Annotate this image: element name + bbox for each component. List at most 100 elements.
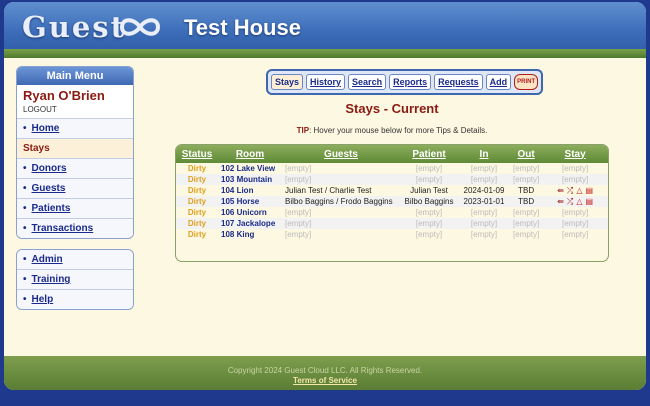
sidebar-item-label[interactable]: Home	[32, 123, 60, 134]
room-cell[interactable]: 108 King	[218, 229, 282, 240]
status-cell[interactable]: Dirty	[176, 207, 218, 218]
nav-add-button[interactable]: Add	[485, 74, 512, 90]
sidebar-item-label[interactable]: Admin	[32, 254, 63, 265]
move-shuffle-icon[interactable]: ⤮	[567, 197, 573, 206]
sidebar-item-label[interactable]: Transactions	[32, 223, 94, 234]
table-row[interactable]: Dirty 103 Mountain [empty] [empty] [empt…	[176, 174, 608, 185]
guests-cell: [empty]	[282, 218, 400, 229]
table-row[interactable]: Dirty 105 Horse Bilbo Baggins / Frodo Ba…	[176, 196, 608, 207]
in-cell: [empty]	[470, 164, 498, 173]
nav-stays-button[interactable]: Stays	[271, 74, 304, 90]
app-frame: Guest Test House Main Menu Ryan O'Brien …	[4, 2, 646, 390]
bullet-icon: •	[23, 183, 27, 194]
sidebar-item-label[interactable]: Help	[32, 294, 54, 305]
move-shuffle-icon[interactable]: ⤮	[567, 186, 573, 195]
house-name: Test House	[184, 15, 301, 40]
status-cell[interactable]: Dirty	[176, 185, 218, 196]
status-cell[interactable]: Dirty	[176, 218, 218, 229]
out-cell: TBD	[518, 186, 535, 195]
user-block: Ryan O'Brien LOGOUT	[17, 85, 133, 119]
table-row[interactable]: Dirty 107 Jackalope [empty] [empty] [emp…	[176, 218, 608, 229]
bullet-icon: •	[23, 123, 27, 134]
guests-cell: [empty]	[285, 208, 312, 217]
document-icon[interactable]: ▤	[585, 186, 593, 195]
sidebar-item-transactions[interactable]: • Transactions	[17, 219, 133, 238]
in-cell: [empty]	[470, 230, 498, 239]
stay-cell: [empty]	[562, 230, 589, 239]
print-button[interactable]: PRINT	[514, 74, 539, 90]
checkout-arrow-icon[interactable]: ⇚	[557, 197, 564, 206]
document-icon[interactable]: ▤	[585, 197, 593, 206]
patient-cell: [empty]	[415, 230, 443, 239]
table-row[interactable]: Dirty 104 Lion Julian Test / Charlie Tes…	[176, 185, 608, 196]
patient-cell[interactable]: Julian Test	[400, 185, 458, 196]
patient-cell: [empty]	[415, 208, 443, 217]
patient-cell: [empty]	[415, 164, 443, 173]
room-cell[interactable]: 105 Horse	[218, 196, 282, 207]
status-cell[interactable]: Dirty	[176, 163, 218, 174]
table-header-row: Status Room Guests Patient In Out Stay	[176, 145, 608, 163]
terms-link[interactable]: Terms of Service	[293, 376, 357, 385]
room-cell[interactable]: 107 Jackalope	[218, 218, 282, 229]
col-in-header[interactable]: In	[458, 145, 510, 163]
sidebar-item-home[interactable]: • Home	[17, 119, 133, 139]
sidebar-item-donors[interactable]: • Donors	[17, 159, 133, 179]
app-logo[interactable]: Guest	[22, 10, 126, 44]
room-cell[interactable]: 106 Unicorn	[218, 207, 282, 218]
table-row[interactable]: Dirty 102 Lake View [empty] [empty] [emp…	[176, 163, 608, 174]
terms-of-service: Terms of Service	[4, 376, 646, 385]
room-cell[interactable]: 103 Mountain	[218, 174, 282, 185]
table-row[interactable]: Dirty 108 King [empty] [empty] [empty] […	[176, 229, 608, 240]
stay-cell: [empty]	[562, 208, 589, 217]
bullet-icon: •	[23, 203, 27, 214]
bullet-icon: •	[23, 294, 27, 305]
guests-cell: [empty]	[285, 230, 312, 239]
bullet-icon: •	[23, 223, 27, 234]
status-cell[interactable]: Dirty	[176, 196, 218, 207]
sidebar-item-patients[interactable]: • Patients	[17, 199, 133, 219]
sidebar-item-label[interactable]: Guests	[32, 183, 66, 194]
col-room-header[interactable]: Room	[218, 145, 282, 163]
col-patient-header[interactable]: Patient	[400, 145, 458, 163]
col-out-header[interactable]: Out	[510, 145, 543, 163]
col-guests-header[interactable]: Guests	[282, 145, 400, 163]
in-cell: [empty]	[470, 208, 498, 217]
col-stay-header[interactable]: Stay	[542, 145, 608, 163]
sidebar-item-admin[interactable]: • Admin	[17, 250, 133, 270]
table-row[interactable]: Dirty 106 Unicorn [empty] [empty] [empty…	[176, 207, 608, 218]
stays-table: Status Room Guests Patient In Out Stay D…	[176, 145, 608, 240]
warning-triangle-icon[interactable]: △	[576, 186, 582, 195]
room-cell[interactable]: 102 Lake View	[218, 163, 282, 174]
header-grass-strip	[4, 49, 646, 58]
sidebar-item-help[interactable]: • Help	[17, 290, 133, 309]
nav-reports-button[interactable]: Reports	[389, 74, 432, 90]
stay-cell: ⇚ ⤮ △ ▤	[542, 196, 608, 207]
infinity-logo-icon	[119, 18, 161, 36]
col-status-header[interactable]: Status	[176, 145, 218, 163]
patient-cell[interactable]: Bilbo Baggins	[400, 196, 458, 207]
logout-link[interactable]: LOGOUT	[23, 105, 127, 114]
guests-cell[interactable]: Julian Test / Charlie Test	[282, 185, 400, 196]
tip-text: TIP: Hover your mouse below for more Tip…	[176, 126, 608, 135]
nav-search-button[interactable]: Search	[348, 74, 387, 90]
status-cell[interactable]: Dirty	[176, 174, 218, 185]
patient-cell: [empty]	[400, 174, 458, 185]
bullet-icon: •	[23, 274, 27, 285]
status-cell[interactable]: Dirty	[176, 229, 218, 240]
nav-history-button[interactable]: History	[306, 74, 346, 90]
out-cell: [empty]	[513, 164, 540, 173]
out-cell: [empty]	[513, 208, 540, 217]
sidebar-item-training[interactable]: • Training	[17, 270, 133, 290]
nav-requests-button[interactable]: Requests	[434, 74, 483, 90]
menu-title: Main Menu	[17, 67, 133, 85]
sidebar: Main Menu Ryan O'Brien LOGOUT • Home Stay…	[16, 66, 134, 310]
sidebar-item-label[interactable]: Donors	[32, 163, 67, 174]
sidebar-item-label[interactable]: Training	[32, 274, 71, 285]
sidebar-item-guests[interactable]: • Guests	[17, 179, 133, 199]
in-cell: 2024-01-09	[463, 186, 505, 195]
guests-cell[interactable]: Bilbo Baggins / Frodo Baggins	[282, 196, 400, 207]
warning-triangle-icon[interactable]: △	[576, 197, 582, 206]
sidebar-item-label[interactable]: Patients	[32, 203, 71, 214]
checkout-arrow-icon[interactable]: ⇚	[557, 186, 564, 195]
room-cell[interactable]: 104 Lion	[218, 185, 282, 196]
